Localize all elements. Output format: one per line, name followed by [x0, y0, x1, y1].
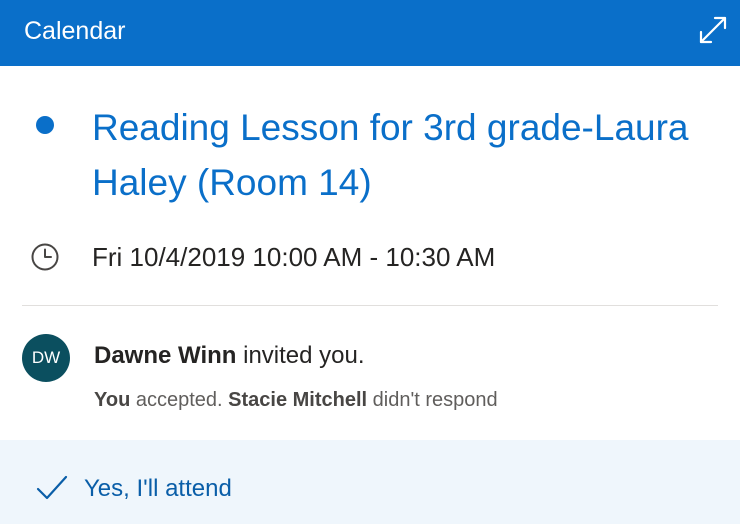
expand-button[interactable] [697, 14, 729, 46]
divider [22, 305, 718, 306]
avatar[interactable]: DW [22, 334, 70, 382]
attendee-status: didn't respond [367, 389, 498, 411]
event-time: Fri 10/4/2019 10:00 AM - 10:30 AM [92, 242, 496, 272]
response-status-line: You accepted. Stacie Mitchell didn't res… [94, 386, 498, 414]
attendee-name: Stacie Mitchell [228, 389, 368, 411]
event-title: Reading Lesson for 3rd grade-Laura Haley… [92, 107, 689, 203]
attend-response-button[interactable]: Yes, I'll attend [84, 473, 232, 505]
category-color-dot [36, 116, 54, 134]
checkmark-icon [36, 475, 68, 500]
organizer-name[interactable]: Dawne Winn [94, 342, 236, 369]
accepted-text: accepted. [130, 389, 229, 411]
invitation-line: Dawne Winn invited you. [94, 340, 365, 372]
invited-text: invited you. [236, 342, 365, 369]
clock-icon [31, 243, 59, 271]
expand-icon [699, 16, 727, 44]
header-title: Calendar [24, 17, 126, 45]
you-label: You [94, 389, 131, 411]
calendar-header: Calendar [0, 0, 740, 66]
